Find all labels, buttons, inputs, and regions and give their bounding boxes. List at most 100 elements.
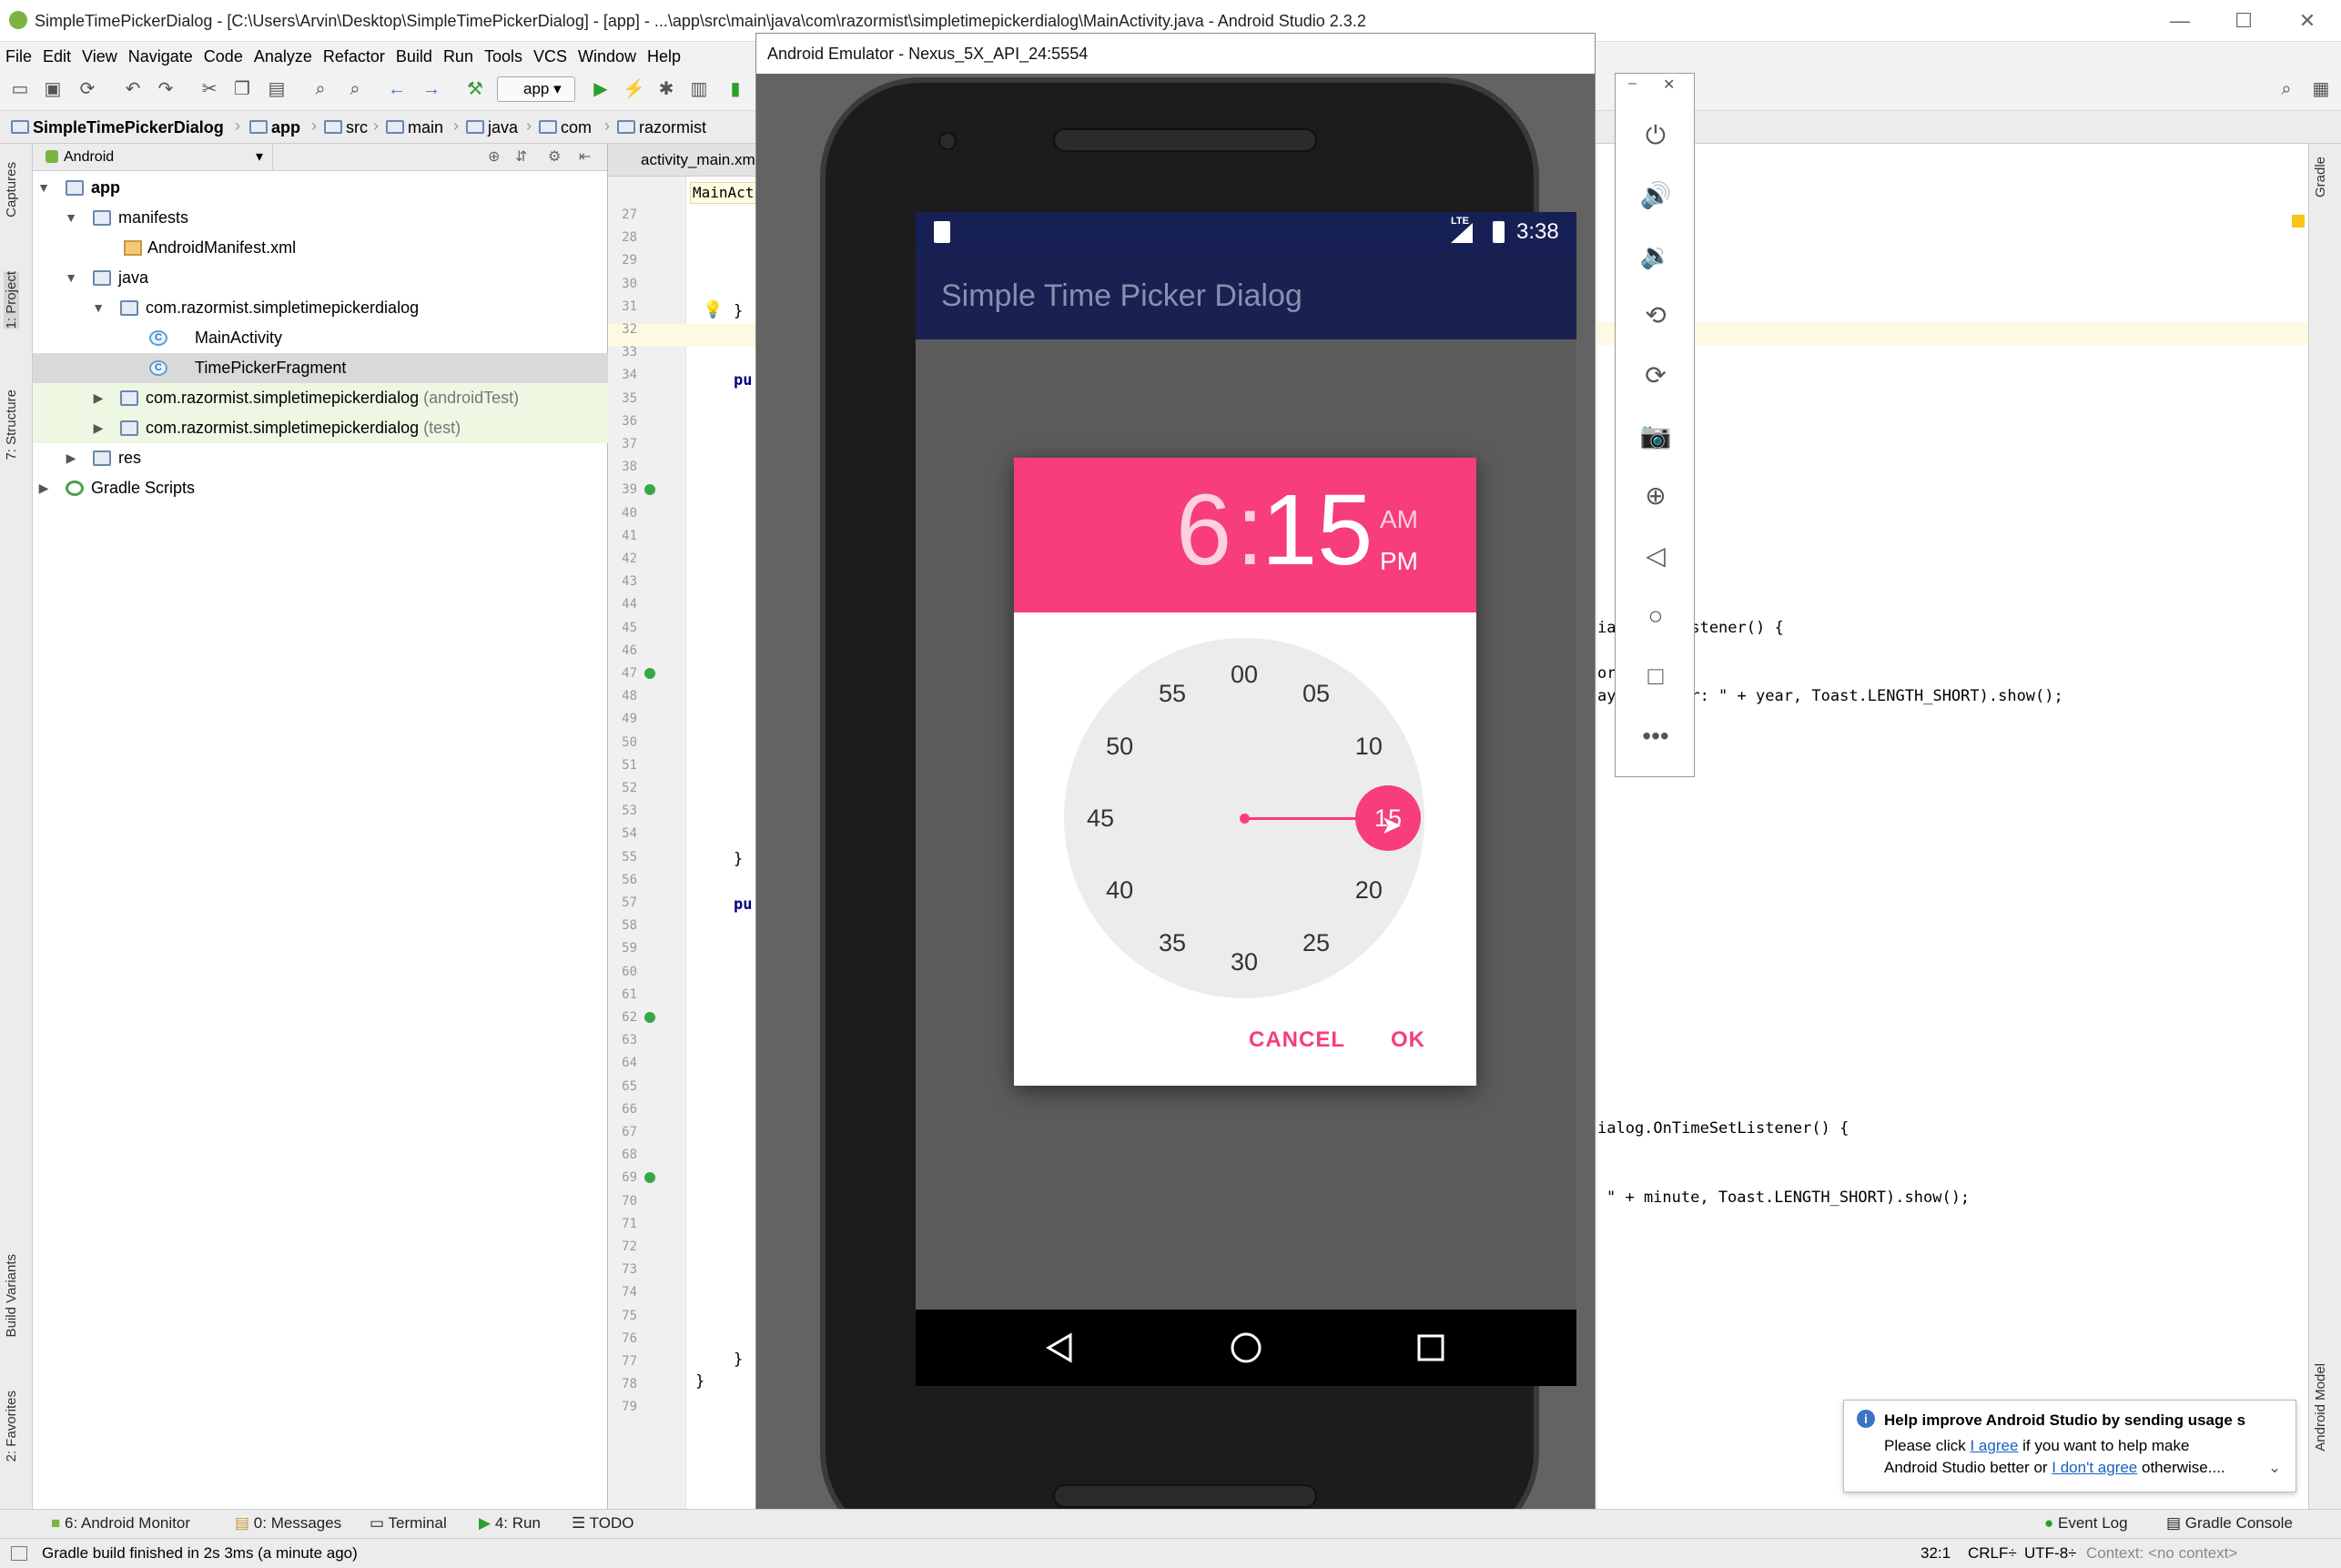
breadcrumb-item[interactable]: SimpleTimePickerDialog xyxy=(9,116,224,138)
zoom-icon[interactable]: ⊕ xyxy=(1636,476,1676,516)
breadcrumb-item[interactable]: app xyxy=(248,116,300,138)
camera-icon[interactable]: 📷 xyxy=(1636,416,1676,456)
rotate-right-icon[interactable]: ⟳ xyxy=(1636,356,1676,396)
tree-item[interactable]: ▶ Gradle Scripts xyxy=(33,473,608,503)
power-icon[interactable]: ⏻ xyxy=(1636,116,1676,156)
back-arrow-icon[interactable]: ← xyxy=(386,78,408,100)
menu-tools[interactable]: Tools xyxy=(479,42,528,67)
tab-android-model[interactable]: Android Model xyxy=(2313,1363,2328,1452)
breadcrumb-item[interactable]: com xyxy=(537,116,592,138)
todo-tab[interactable]: ☰ TODO xyxy=(572,1514,633,1533)
tree-item[interactable]: ▶ res xyxy=(33,443,608,473)
structure-icon[interactable]: ▦ xyxy=(2310,78,2332,100)
replace-icon[interactable]: ⌕ xyxy=(344,78,366,100)
menu-code[interactable]: Code xyxy=(198,42,248,67)
menu-view[interactable]: View xyxy=(76,42,123,67)
locate-icon[interactable]: ⊕ xyxy=(488,144,500,171)
tree-item[interactable]: ▼ app xyxy=(33,173,608,203)
menu-vcs[interactable]: VCS xyxy=(528,42,573,67)
breadcrumb-item[interactable]: java xyxy=(464,116,518,138)
run-icon[interactable]: ▶ xyxy=(590,78,612,100)
redo-icon[interactable]: ↷ xyxy=(155,78,177,100)
minimize-icon[interactable]: — xyxy=(2148,0,2212,42)
nav-overview-icon[interactable] xyxy=(1413,1330,1449,1366)
collapse-icon[interactable]: ⇵ xyxy=(515,144,527,171)
project-view-select[interactable]: Android ▾ xyxy=(46,144,273,171)
analysis-marker[interactable] xyxy=(2292,215,2305,228)
tab-activity-main[interactable]: activity_main.xml xyxy=(641,151,758,168)
menu-build[interactable]: Build xyxy=(390,42,438,67)
back-icon[interactable]: ◁ xyxy=(1636,536,1676,576)
intention-bulb-icon[interactable]: 💡 xyxy=(703,300,723,319)
tree-item[interactable]: ▶ com.razormist.simpletimepickerdialog (a… xyxy=(33,383,608,413)
debug-icon[interactable]: ✱ xyxy=(655,78,677,100)
tree-item[interactable]: ▼ manifests xyxy=(33,203,608,233)
emu-minimize-icon[interactable]: – xyxy=(1628,76,1637,92)
sync-icon[interactable]: ⟳ xyxy=(76,78,98,100)
tree-item[interactable]: ▼ com.razormist.simpletimepickerdialog xyxy=(33,293,608,323)
paste-icon[interactable]: ▤ xyxy=(266,78,288,100)
undo-icon[interactable]: ↶ xyxy=(122,78,144,100)
menu-analyze[interactable]: Analyze xyxy=(248,42,318,67)
dial-number-00[interactable]: 00 xyxy=(1221,656,1267,693)
breadcrumb-item[interactable]: main xyxy=(384,116,443,138)
pm-toggle[interactable]: PM xyxy=(1380,547,1418,576)
tree-item[interactable]: ▼ java xyxy=(33,263,608,293)
menu-file[interactable]: File xyxy=(0,42,37,67)
dial-number-05[interactable]: 05 xyxy=(1293,675,1339,712)
profile-icon[interactable]: ▥ xyxy=(688,78,710,100)
tree-item[interactable]: C MainActivity xyxy=(33,323,608,353)
line-separator[interactable]: CRLF÷ xyxy=(1968,1539,2017,1568)
nav-back-icon[interactable] xyxy=(1041,1330,1078,1366)
dial-number-25[interactable]: 25 xyxy=(1293,925,1339,961)
override-gutter-icon[interactable] xyxy=(644,668,655,679)
emu-close-icon[interactable]: ✕ xyxy=(1663,76,1675,94)
am-toggle[interactable]: AM xyxy=(1380,505,1418,534)
ok-button[interactable]: OK xyxy=(1391,1027,1425,1053)
copy-icon[interactable]: ❐ xyxy=(231,78,253,100)
run-config-select[interactable]: app ▾ xyxy=(497,76,575,102)
override-gutter-icon[interactable] xyxy=(644,1172,655,1183)
attach-icon[interactable]: ▮ xyxy=(725,78,746,100)
android-monitor-tab[interactable]: ■ 6: Android Monitor xyxy=(51,1514,190,1533)
menu-refactor[interactable]: Refactor xyxy=(318,42,390,67)
cancel-button[interactable]: CANCEL xyxy=(1249,1027,1345,1053)
maximize-icon[interactable]: ☐ xyxy=(2212,0,2275,42)
editor-breadcrumb[interactable]: MainActivity xyxy=(690,182,763,204)
file-encoding[interactable]: UTF-8÷ xyxy=(2024,1539,2077,1568)
breadcrumb-item[interactable]: src xyxy=(322,116,368,138)
tab-gradle[interactable]: Gradle xyxy=(2313,157,2328,197)
tab-structure[interactable]: 7: Structure xyxy=(4,389,19,460)
gradle-console-tab[interactable]: ▤ Gradle Console xyxy=(2166,1514,2293,1533)
tab-project[interactable]: 1: Project xyxy=(4,271,19,329)
caret-position[interactable]: 32:1 xyxy=(1920,1539,1951,1568)
settings-gear-icon[interactable]: ⚙ xyxy=(548,144,561,171)
minute-display[interactable]: 15 xyxy=(1262,476,1373,585)
menu-run[interactable]: Run xyxy=(438,42,479,67)
overview-icon[interactable]: □ xyxy=(1636,656,1676,696)
dial-number-20[interactable]: 20 xyxy=(1346,872,1392,908)
dial-number-10[interactable]: 10 xyxy=(1346,728,1392,764)
close-icon[interactable]: ✕ xyxy=(2275,0,2339,42)
make-hammer-icon[interactable]: ⚒ xyxy=(464,78,486,100)
nav-home-icon[interactable] xyxy=(1228,1330,1264,1366)
breadcrumb-item[interactable]: razormist xyxy=(615,116,706,138)
messages-tab[interactable]: ▤ 0: Messages xyxy=(235,1514,341,1533)
tab-captures[interactable]: Captures xyxy=(4,162,19,217)
dial-number-30[interactable]: 30 xyxy=(1221,944,1267,980)
event-log-tab[interactable]: ● Event Log xyxy=(2044,1514,2128,1533)
device-screen[interactable]: LTE 3:38 Simple Time Picker Dialog 6 : 1… xyxy=(916,212,1576,1386)
toggle-panels-icon[interactable] xyxy=(11,1546,27,1561)
override-gutter-icon[interactable] xyxy=(644,1012,655,1023)
find-icon[interactable]: ⌕ xyxy=(309,78,331,100)
save-icon[interactable]: ▣ xyxy=(42,78,64,100)
agree-link[interactable]: I agree xyxy=(1970,1437,2018,1454)
override-gutter-icon[interactable] xyxy=(644,484,655,495)
volume-down-icon[interactable]: 🔉 xyxy=(1636,236,1676,276)
tab-build-variants[interactable]: Build Variants xyxy=(4,1254,19,1337)
menu-edit[interactable]: Edit xyxy=(37,42,76,67)
disagree-link[interactable]: I don't agree xyxy=(2052,1459,2137,1476)
hide-panel-icon[interactable]: ⇤ xyxy=(579,144,591,171)
tree-item[interactable]: AndroidManifest.xml xyxy=(33,233,608,263)
tree-item-selected[interactable]: C TimePickerFragment xyxy=(33,353,608,383)
